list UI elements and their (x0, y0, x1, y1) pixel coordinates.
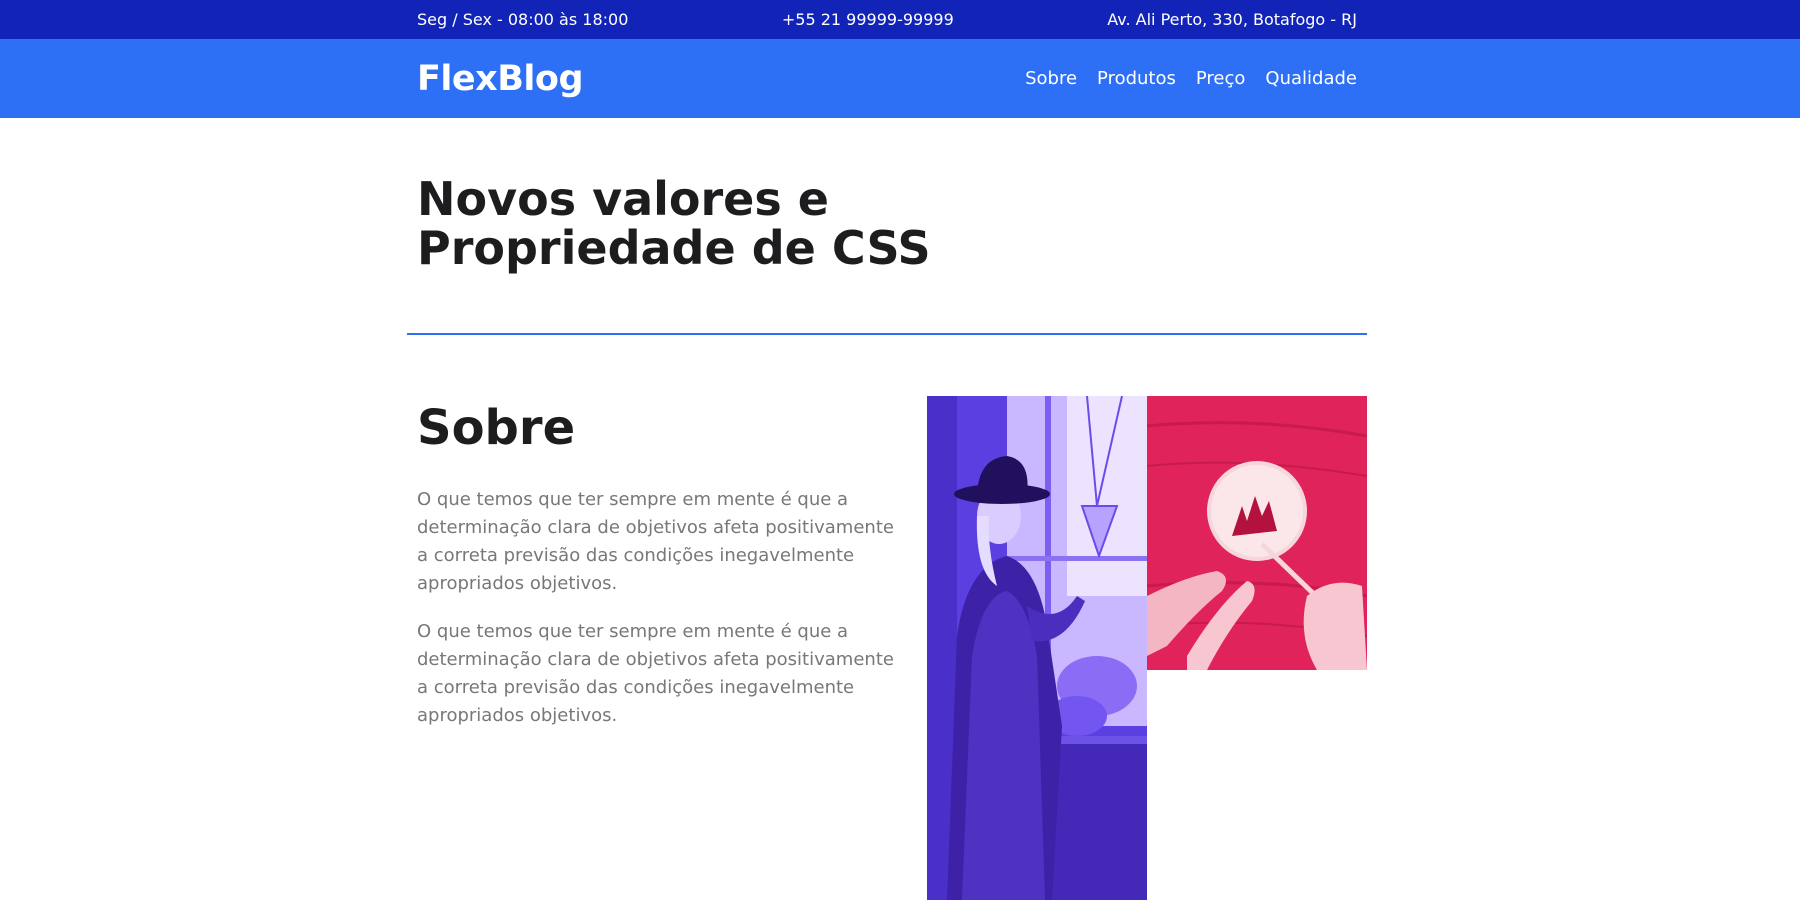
logo[interactable]: FlexBlog (417, 59, 584, 99)
section-divider (407, 333, 1367, 335)
address: Av. Ali Perto, 330, Botafogo - RJ (1107, 10, 1357, 29)
business-hours: Seg / Sex - 08:00 às 18:00 (417, 10, 629, 29)
top-info-bar: Seg / Sex - 08:00 às 18:00 +55 21 99999-… (0, 0, 1800, 39)
main-nav: Sobre Produtos Preço Qualidade (1025, 68, 1357, 89)
phone-number: +55 21 99999-99999 (781, 10, 954, 29)
page-title: Novos valores e Propriedade de CSS (417, 175, 1017, 273)
about-paragraph-1: O que temos que ter sempre em mente é qu… (417, 489, 894, 594)
about-title: Sobre (417, 400, 576, 456)
page-title-line-1: Novos valores e (417, 172, 829, 226)
page-title-line-2: Propriedade de CSS (417, 221, 931, 275)
nav-link-qualidade[interactable]: Qualidade (1265, 68, 1357, 89)
woman-window-photo (927, 396, 1147, 900)
main-header: FlexBlog Sobre Produtos Preço Qualidade (0, 39, 1800, 118)
nav-link-produtos[interactable]: Produtos (1097, 68, 1176, 89)
about-paragraph-2: O que temos que ter sempre em mente é qu… (417, 621, 894, 726)
nav-link-preco[interactable]: Preço (1196, 68, 1246, 89)
nav-link-sobre[interactable]: Sobre (1025, 68, 1077, 89)
hands-drawing-photo (1147, 396, 1367, 670)
